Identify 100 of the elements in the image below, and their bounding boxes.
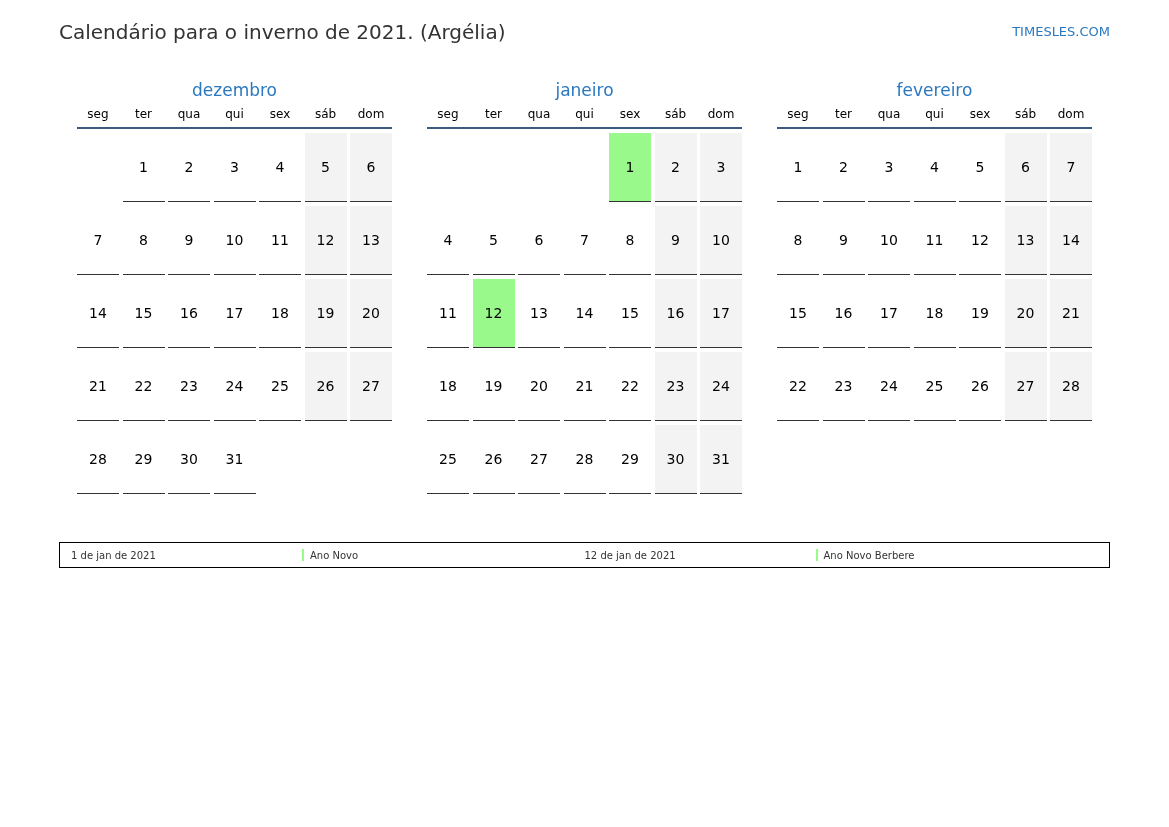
day-cell: 6: [350, 133, 392, 202]
day-cell: 14: [563, 279, 606, 348]
day-cell: 20: [1004, 279, 1047, 348]
day-cell: 14: [77, 279, 119, 348]
day-cell: 28: [563, 425, 606, 494]
day-cell: 18: [259, 279, 301, 348]
day-cell: 5: [304, 133, 347, 202]
day-cell: 1: [777, 133, 819, 202]
day-cell: 29: [122, 425, 165, 494]
day-cell: 25: [259, 352, 301, 421]
day-cell: 25: [913, 352, 956, 421]
weekday-label: sáb: [313, 107, 338, 121]
month-title: dezembro: [191, 79, 278, 101]
site-link[interactable]: TIMESLES.COM: [1012, 22, 1110, 42]
day-cell: 24: [700, 352, 742, 421]
day-cell: 14: [1050, 206, 1092, 275]
day-cell: 10: [700, 206, 742, 275]
day-cell: 24: [213, 352, 256, 421]
day-cell: 27: [1004, 352, 1047, 421]
weekday-label: dom: [1056, 107, 1086, 121]
day-cell: 23: [822, 352, 865, 421]
day-cell: 8: [122, 206, 165, 275]
month-title: fevereiro: [895, 79, 974, 101]
day-cell: 21: [77, 352, 119, 421]
day-cell: 17: [868, 279, 910, 348]
day-cell: 11: [259, 206, 301, 275]
day-cell: 3: [868, 133, 910, 202]
holiday-day-cell: 12: [472, 279, 515, 348]
holiday-date: 1 de jan de 2021: [71, 548, 157, 563]
day-cell: 26: [304, 352, 347, 421]
day-cell: 30: [654, 425, 697, 494]
weekday-label: qui: [924, 107, 945, 121]
day-cell: 13: [518, 279, 560, 348]
day-cell: 22: [777, 352, 819, 421]
weekday-label: seg: [86, 107, 110, 121]
day-cell: 5: [959, 133, 1001, 202]
day-cell: 13: [350, 206, 392, 275]
day-cell: 26: [959, 352, 1001, 421]
day-cell: 15: [777, 279, 819, 348]
day-cell: 16: [654, 279, 697, 348]
day-cell: 31: [213, 425, 256, 494]
day-cell: 3: [213, 133, 256, 202]
day-cell: 7: [77, 206, 119, 275]
day-cell: 9: [168, 206, 210, 275]
day-cell: 15: [609, 279, 651, 348]
day-cell: 11: [427, 279, 469, 348]
day-cell: 16: [822, 279, 865, 348]
weekday-label: qua: [526, 107, 552, 121]
day-cell: 11: [913, 206, 956, 275]
day-cell: 12: [959, 206, 1001, 275]
weekday-label: qui: [574, 107, 595, 121]
day-cell: 13: [1004, 206, 1047, 275]
day-cell: 10: [213, 206, 256, 275]
weekday-label: dom: [706, 107, 736, 121]
day-cell: 4: [913, 133, 956, 202]
weekday-label: sex: [268, 107, 292, 121]
day-cell: 9: [822, 206, 865, 275]
legend-bar: [815, 549, 818, 561]
day-cell: 26: [472, 425, 515, 494]
day-cell: 23: [168, 352, 210, 421]
day-cell: 18: [913, 279, 956, 348]
day-cell: 16: [168, 279, 210, 348]
holiday-day-cell: 1: [609, 133, 651, 202]
day-cell: 8: [777, 206, 819, 275]
day-cell: 8: [609, 206, 651, 275]
day-cell: 15: [122, 279, 165, 348]
day-cell: 28: [77, 425, 119, 494]
day-cell: 24: [868, 352, 910, 421]
day-cell: 9: [654, 206, 697, 275]
weekday-label: sex: [968, 107, 992, 121]
day-cell: 27: [518, 425, 560, 494]
weekday-label: qua: [176, 107, 202, 121]
day-cell: 29: [609, 425, 651, 494]
day-cell: 22: [122, 352, 165, 421]
weekday-label: sex: [618, 107, 642, 121]
weekday-label: ter: [834, 107, 853, 121]
weekday-label: qui: [224, 107, 245, 121]
day-cell: 2: [822, 133, 865, 202]
day-cell: 31: [700, 425, 742, 494]
day-cell: 1: [122, 133, 165, 202]
weekday-label: ter: [484, 107, 503, 121]
day-cell: 28: [1050, 352, 1092, 421]
day-cell: 17: [213, 279, 256, 348]
weekday-label: ter: [134, 107, 153, 121]
day-cell: 7: [1050, 133, 1092, 202]
day-cell: 19: [304, 279, 347, 348]
weekday-label: sáb: [1013, 107, 1038, 121]
holiday-name: Ano Novo: [310, 548, 359, 563]
day-cell: 4: [259, 133, 301, 202]
day-cell: 2: [168, 133, 210, 202]
day-cell: 18: [427, 352, 469, 421]
day-cell: 10: [868, 206, 910, 275]
day-cell: 6: [518, 206, 560, 275]
day-cell: 22: [609, 352, 651, 421]
holiday-date: 12 de jan de 2021: [584, 548, 677, 563]
day-cell: 20: [350, 279, 392, 348]
day-cell: 23: [654, 352, 697, 421]
day-cell: 27: [350, 352, 392, 421]
day-cell: 6: [1004, 133, 1047, 202]
page-title: Calendário para o inverno de 2021. (Argélia): [59, 19, 506, 46]
